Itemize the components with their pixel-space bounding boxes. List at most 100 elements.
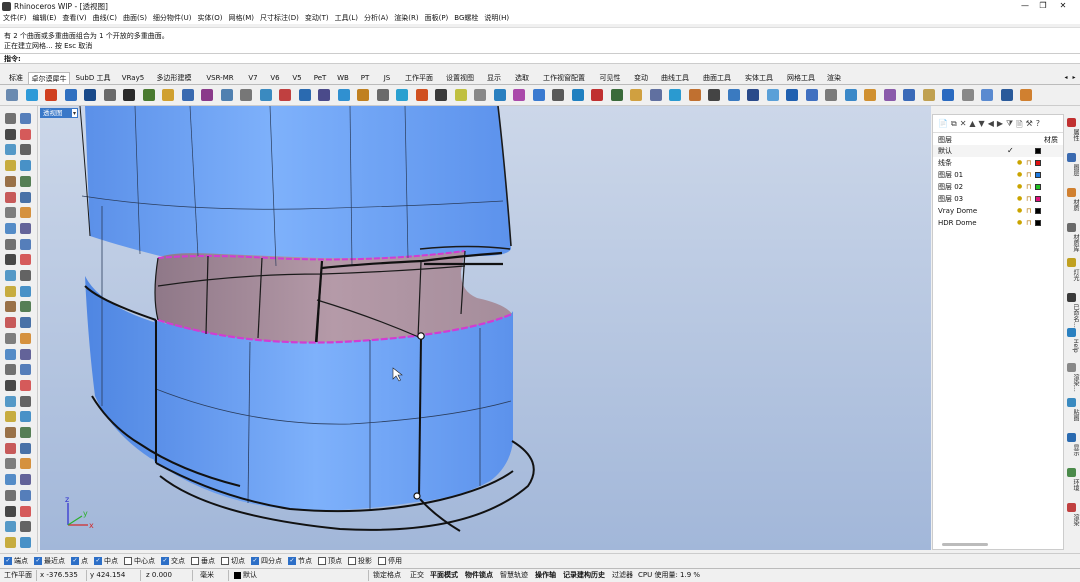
dock-panel-icon[interactable]: [1067, 468, 1076, 477]
menu-item[interactable]: 曲线(C): [93, 13, 117, 23]
toolbar-tool-icon[interactable]: [357, 89, 369, 101]
toolbar-tool-icon[interactable]: [961, 89, 974, 101]
layer-tool-icon[interactable]: ▼: [979, 119, 985, 128]
dock-panel-icon[interactable]: [1067, 293, 1076, 302]
toolbar-tool-icon[interactable]: [766, 89, 779, 101]
status-gumball[interactable]: 操作轴: [535, 569, 556, 582]
toolbar-tool-icon[interactable]: [474, 89, 486, 101]
left-tool-icon[interactable]: [20, 238, 31, 250]
menu-item[interactable]: 面板(P): [425, 13, 449, 23]
left-tool-icon[interactable]: [20, 458, 31, 470]
layers-scrollbar[interactable]: [942, 543, 988, 546]
osnap-toggle[interactable]: 停用: [378, 556, 402, 566]
left-tool-icon[interactable]: [20, 442, 31, 454]
status-planar[interactable]: 平面模式: [430, 569, 458, 582]
status-layer[interactable]: 默认: [243, 569, 257, 582]
toolbar-tool-icon[interactable]: [45, 89, 57, 101]
dock-tab-9[interactable]: 显示: [1066, 444, 1079, 456]
layer-tool-icon[interactable]: 📄: [938, 119, 948, 128]
left-tool-icon[interactable]: [20, 474, 31, 486]
toolbar-tool-icon[interactable]: [669, 89, 681, 101]
viewport-menu-arrow-icon[interactable]: ▾: [71, 108, 78, 118]
osnap-toggle[interactable]: ✓ 四分点: [251, 556, 282, 566]
osnap-checkbox[interactable]: ✓: [4, 556, 12, 565]
dock-tab-6[interactable]: Help: [1066, 339, 1079, 353]
layer-tool-icon[interactable]: ◀: [988, 119, 994, 128]
toolbar-tool-icon[interactable]: [220, 89, 233, 101]
toolbar-tab[interactable]: V5: [286, 72, 308, 84]
toolbar-tab[interactable]: V6: [264, 72, 286, 84]
osnap-toggle[interactable]: ✓ 端点: [4, 556, 28, 566]
layer-lock-icon[interactable]: ⊓: [1026, 217, 1031, 229]
osnap-checkbox[interactable]: ✓: [94, 556, 102, 565]
toolbar-tab[interactable]: 曲线工具: [654, 72, 696, 84]
menu-item[interactable]: 尺寸标注(D): [260, 13, 299, 23]
left-tool-icon[interactable]: [20, 379, 31, 391]
left-tool-icon[interactable]: [20, 254, 31, 266]
toolbar-tool-icon[interactable]: [337, 89, 350, 101]
layer-visible-bulb-icon[interactable]: ●: [1017, 193, 1022, 205]
menu-item[interactable]: 网格(M): [229, 13, 255, 23]
status-smarttrack[interactable]: 智慧轨迹: [500, 569, 528, 582]
layer-color-swatch[interactable]: [1035, 196, 1041, 202]
toolbar-tool-icon[interactable]: [922, 89, 935, 101]
dock-panel-icon[interactable]: [1067, 398, 1076, 407]
toolbar-tool-icon[interactable]: [64, 89, 77, 101]
left-tool-icon[interactable]: [5, 175, 16, 187]
toolbar-tab[interactable]: V7: [242, 72, 264, 84]
toolbar-tab[interactable]: PeT: [308, 72, 332, 84]
left-tool-icon[interactable]: [5, 191, 16, 203]
osnap-toggle[interactable]: ✓ 交点: [161, 556, 185, 566]
dock-tab-10[interactable]: 环境: [1066, 479, 1079, 491]
control-point[interactable]: [413, 492, 421, 500]
toolbar-tool-icon[interactable]: [708, 89, 720, 101]
dock-tab-7[interactable]: 渲染...: [1066, 374, 1079, 392]
dock-panel-icon[interactable]: [1067, 223, 1076, 232]
toolbar-tool-icon[interactable]: [318, 89, 330, 101]
dock-tab-8[interactable]: 贴图: [1066, 409, 1079, 421]
menu-item[interactable]: 变动(T): [305, 13, 329, 23]
toolbar-tab[interactable]: 设置视图: [440, 72, 480, 84]
toolbar-tool-icon[interactable]: [240, 89, 252, 101]
osnap-toggle[interactable]: 切点: [221, 556, 245, 566]
toolbar-tab[interactable]: WB: [332, 72, 354, 84]
toolbar-tab[interactable]: 显示: [480, 72, 508, 84]
toolbar-tool-icon[interactable]: [162, 89, 174, 101]
layer-visible-bulb-icon[interactable]: ●: [1017, 205, 1022, 217]
left-tool-icon[interactable]: [5, 238, 16, 250]
osnap-checkbox[interactable]: [221, 556, 229, 565]
toolbar-tool-icon[interactable]: [805, 89, 818, 101]
layer-color-swatch[interactable]: [1035, 184, 1041, 190]
layer-color-swatch[interactable]: [1035, 208, 1041, 214]
toolbar-tab[interactable]: 曲面工具: [696, 72, 738, 84]
left-tool-icon[interactable]: [5, 128, 16, 140]
left-tool-icon[interactable]: [20, 521, 31, 533]
toolbar-tool-icon[interactable]: [435, 89, 447, 101]
osnap-toggle[interactable]: 垂点: [191, 556, 215, 566]
dock-panel-icon[interactable]: [1067, 153, 1076, 162]
toolbar-tool-icon[interactable]: [279, 89, 291, 101]
toolbar-tab[interactable]: 多边形建模: [150, 72, 198, 84]
left-tool-icon[interactable]: [5, 427, 16, 438]
layer-tool-icon[interactable]: ?: [1036, 119, 1040, 128]
left-tool-icon[interactable]: [5, 270, 16, 281]
toolbar-tool-icon[interactable]: [259, 89, 272, 101]
toolbar-tab[interactable]: 卓尔谟犀牛: [28, 72, 70, 84]
toolbar-tool-icon[interactable]: [6, 89, 18, 101]
dock-panel-icon[interactable]: [1067, 188, 1076, 197]
layer-row[interactable]: 图层 03 ● ⊓: [933, 193, 1063, 205]
layer-tool-icon[interactable]: ▶: [997, 119, 1003, 128]
layer-row[interactable]: 线条 ● ⊓: [933, 157, 1063, 169]
toolbar-tab[interactable]: 网格工具: [780, 72, 822, 84]
toolbar-tab[interactable]: 可见性: [592, 72, 628, 84]
status-cplane[interactable]: 工作平面: [4, 569, 32, 582]
layer-color-swatch[interactable]: [1035, 160, 1041, 166]
left-tool-icon[interactable]: [5, 521, 16, 533]
left-tool-icon[interactable]: [5, 317, 16, 329]
left-tool-icon[interactable]: [20, 301, 31, 313]
toolbar-tool-icon[interactable]: [552, 89, 564, 101]
layer-lock-icon[interactable]: ⊓: [1026, 157, 1031, 169]
dock-tab-11[interactable]: 渲染: [1066, 514, 1079, 526]
toolbar-tab[interactable]: 工作视窗配置: [536, 72, 592, 84]
toolbar-tool-icon[interactable]: [454, 89, 467, 101]
